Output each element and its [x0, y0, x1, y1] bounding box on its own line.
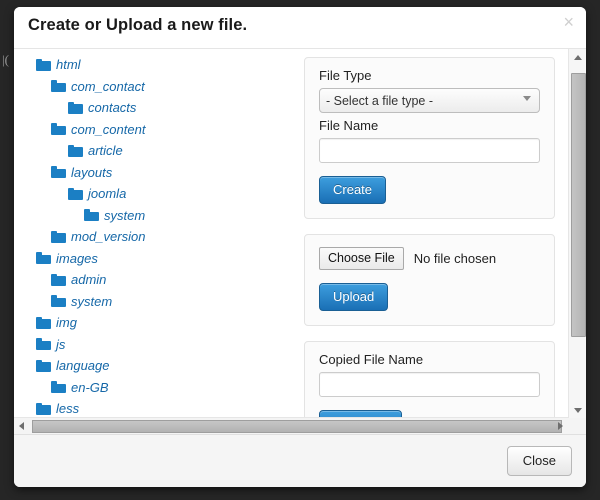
- folder-icon: [36, 403, 51, 415]
- tree-node[interactable]: js: [14, 334, 292, 356]
- file-tree: html com_contact contacts com_contentarticl…: [14, 49, 292, 418]
- scroll-right-arrow-icon[interactable]: [553, 418, 569, 433]
- close-icon[interactable]: ×: [563, 13, 574, 31]
- scroll-left-arrow-icon[interactable]: [14, 418, 30, 433]
- folder-icon: [51, 231, 66, 243]
- modal-footer: Close: [14, 434, 586, 487]
- action-panels: File Type - Select a file type - File Na…: [292, 49, 569, 418]
- folder-icon: [36, 252, 51, 264]
- tree-node[interactable]: less: [14, 398, 292, 418]
- copied-file-name-input[interactable]: [319, 372, 540, 397]
- folder-icon: [84, 209, 99, 221]
- tree-node[interactable]: com_content: [14, 119, 292, 141]
- choose-file-button[interactable]: Choose File: [319, 247, 404, 270]
- tree-node[interactable]: system: [14, 205, 292, 227]
- create-upload-file-modal: Create or Upload a new file. × html com_c…: [14, 7, 586, 487]
- tree-node[interactable]: mod_version: [14, 226, 292, 248]
- horizontal-scrollbar[interactable]: [14, 417, 569, 434]
- upload-file-panel: Choose File No file chosen Upload: [304, 234, 555, 326]
- tree-node[interactable]: layouts: [14, 162, 292, 184]
- folder-icon: [51, 123, 66, 135]
- file-type-select-wrap: - Select a file type -: [319, 88, 540, 118]
- file-chooser-row: Choose File No file chosen: [319, 247, 540, 270]
- tree-node-label: images: [56, 251, 98, 266]
- tree-node-label: com_content: [71, 122, 145, 137]
- tree-node[interactable]: com_contact: [14, 76, 292, 98]
- upload-button[interactable]: Upload: [319, 283, 388, 311]
- tree-node[interactable]: joomla: [14, 183, 292, 205]
- folder-icon: [51, 295, 66, 307]
- no-file-chosen-text: No file chosen: [414, 251, 496, 266]
- tree-node[interactable]: contacts: [14, 97, 292, 119]
- folder-icon: [36, 59, 51, 71]
- modal-header: Create or Upload a new file. ×: [14, 7, 586, 49]
- folder-icon: [51, 80, 66, 92]
- tree-node-label: img: [56, 315, 77, 330]
- tree-node-label: html: [56, 57, 81, 72]
- create-file-panel: File Type - Select a file type - File Na…: [304, 57, 555, 219]
- vertical-scrollbar-thumb[interactable]: [571, 73, 586, 337]
- vertical-scrollbar[interactable]: [568, 49, 586, 418]
- create-button[interactable]: Create: [319, 176, 386, 204]
- folder-icon: [68, 145, 83, 157]
- tree-node-label: joomla: [88, 186, 126, 201]
- scroll-up-arrow-icon[interactable]: [569, 49, 586, 65]
- scrollbar-corner: [569, 418, 586, 434]
- folder-icon: [51, 381, 66, 393]
- folder-icon: [68, 102, 83, 114]
- file-type-label: File Type: [319, 68, 540, 84]
- folder-icon: [68, 188, 83, 200]
- tree-node-label: system: [71, 294, 112, 309]
- tree-node-label: admin: [71, 272, 106, 287]
- tree-node-label: mod_version: [71, 229, 145, 244]
- tree-node[interactable]: en-GB: [14, 377, 292, 399]
- file-type-select[interactable]: - Select a file type -: [319, 88, 540, 113]
- tree-node[interactable]: system: [14, 291, 292, 313]
- modal-body: html com_contact contacts com_contentarticl…: [14, 49, 586, 434]
- tree-node-label: en-GB: [71, 380, 109, 395]
- copy-file-panel: Copied File Name Copy File: [304, 341, 555, 418]
- tree-node-label: system: [104, 208, 145, 223]
- folder-icon: [36, 317, 51, 329]
- modal-title: Create or Upload a new file.: [28, 16, 247, 35]
- tree-node[interactable]: img: [14, 312, 292, 334]
- background-page-fragment: |(: [2, 52, 10, 68]
- file-name-label: File Name: [319, 118, 540, 134]
- tree-node[interactable]: article: [14, 140, 292, 162]
- folder-icon: [36, 338, 51, 350]
- tree-node[interactable]: language: [14, 355, 292, 377]
- file-name-input[interactable]: [319, 138, 540, 163]
- tree-node[interactable]: images: [14, 248, 292, 270]
- tree-node-label: article: [88, 143, 123, 158]
- tree-node-label: language: [56, 358, 110, 373]
- modal-columns: html com_contact contacts com_contentarticl…: [14, 49, 569, 418]
- horizontal-scrollbar-thumb[interactable]: [32, 420, 562, 433]
- tree-node[interactable]: html: [14, 54, 292, 76]
- modal-scroll-viewport: html com_contact contacts com_contentarticl…: [14, 49, 569, 418]
- copied-file-name-label: Copied File Name: [319, 352, 540, 368]
- folder-icon: [51, 166, 66, 178]
- close-button[interactable]: Close: [507, 446, 572, 476]
- tree-node-label: less: [56, 401, 79, 416]
- tree-node-label: js: [56, 337, 65, 352]
- tree-node-label: com_contact: [71, 79, 145, 94]
- tree-node-label: contacts: [88, 100, 136, 115]
- folder-icon: [51, 274, 66, 286]
- tree-node[interactable]: admin: [14, 269, 292, 291]
- tree-node-label: layouts: [71, 165, 112, 180]
- scroll-down-arrow-icon[interactable]: [569, 402, 586, 418]
- folder-icon: [36, 360, 51, 372]
